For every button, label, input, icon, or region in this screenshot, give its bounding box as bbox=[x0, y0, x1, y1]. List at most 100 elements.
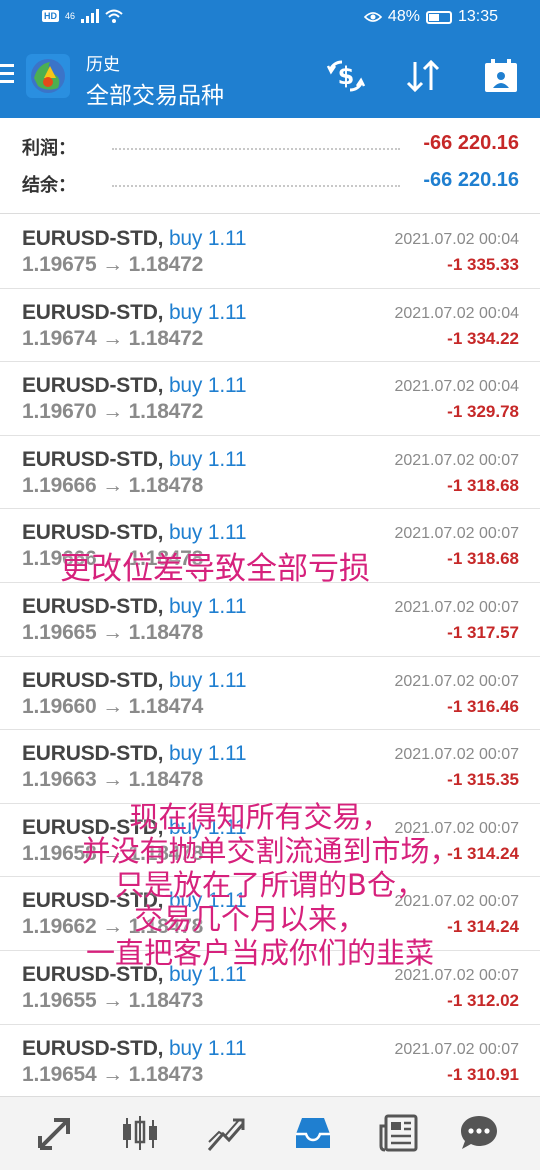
trade-prices: 1.19654 → 1.18473 bbox=[22, 1063, 203, 1087]
trade-symbol: EURUSD-STD, buy 1.11 bbox=[22, 1036, 247, 1061]
arrow-right-icon: → bbox=[102, 400, 123, 424]
open-price: 1.19663 bbox=[22, 768, 97, 792]
symbol-text: EURUSD-STD, bbox=[22, 594, 164, 618]
close-price: 1.18474 bbox=[128, 694, 204, 718]
open-price: 1.19660 bbox=[22, 694, 97, 718]
trade-row[interactable]: EURUSD-STD, buy 1.11 1.19675 → 1.18472 202… bbox=[0, 215, 540, 289]
battery-percent: 48% bbox=[387, 8, 420, 25]
trade-prices: 1.19655 → 1.18473 bbox=[22, 989, 203, 1013]
status-right: 48% 13:35 bbox=[363, 8, 498, 26]
wifi-icon bbox=[105, 9, 123, 23]
trade-date: 2021.07.02 00:07 bbox=[394, 1040, 519, 1058]
symbol-text: EURUSD-STD, bbox=[22, 300, 164, 324]
trade-date: 2021.07.02 00:04 bbox=[394, 378, 519, 396]
trade-row[interactable]: EURUSD-STD, buy 1.11 1.19674 → 1.18472 202… bbox=[0, 289, 540, 363]
trade-side: buy 1.11 bbox=[168, 668, 247, 692]
trade-prices: 1.19666 → 1.18478 bbox=[22, 474, 203, 498]
trade-side: buy 1.11 bbox=[168, 374, 247, 398]
trade-row[interactable]: EURUSD-STD, buy 1.11 1.19660 → 1.18474 202… bbox=[0, 657, 540, 731]
trade-prices: 1.19660 → 1.18474 bbox=[22, 695, 203, 719]
trade-row[interactable]: EURUSD-STD, buy 1.11 1.19654 → 1.18473 202… bbox=[0, 1025, 540, 1099]
close-price: 1.18473 bbox=[128, 988, 204, 1012]
profit-label: 利润： bbox=[22, 138, 76, 159]
trade-date: 2021.07.02 00:04 bbox=[394, 231, 519, 248]
overlay-annotation-2: 现在得知所有交易， 并没有抛单交割流通到市场， 只是放在了所谓的B仓， 交易几个月以来… bbox=[0, 800, 540, 970]
open-price: 1.19674 bbox=[22, 326, 97, 350]
chat-icon[interactable] bbox=[458, 1112, 500, 1154]
trade-profit: -1 318.68 bbox=[447, 475, 519, 495]
close-price: 1.18478 bbox=[128, 473, 204, 497]
chart-candles-icon[interactable] bbox=[119, 1112, 161, 1154]
trade-prices: 1.19663 → 1.18478 bbox=[22, 768, 203, 792]
trade-symbol: EURUSD-STD, buy 1.11 bbox=[22, 374, 247, 398]
trade-symbol: EURUSD-STD, buy 1.11 bbox=[22, 300, 247, 325]
arrow-right-icon: → bbox=[102, 1062, 123, 1086]
arrow-right-icon: → bbox=[102, 473, 123, 497]
overlay-line: 只是放在了所谓的B仓， bbox=[115, 868, 425, 902]
close-price: 1.18478 bbox=[128, 620, 204, 644]
menu-icon[interactable] bbox=[0, 64, 16, 86]
close-price: 1.18472 bbox=[128, 326, 204, 350]
sort-arrows-icon[interactable] bbox=[403, 56, 443, 96]
arrow-right-icon: → bbox=[102, 988, 123, 1012]
overlay-line: 并没有抛单交割流通到市场， bbox=[81, 834, 459, 868]
close-price: 1.18473 bbox=[128, 1062, 204, 1086]
trade-date: 2021.07.02 00:07 bbox=[394, 672, 519, 690]
news-icon[interactable] bbox=[378, 1112, 420, 1154]
trade-side: buy 1.11 bbox=[168, 447, 247, 471]
trade-side: buy 1.11 bbox=[168, 227, 247, 250]
overlay-annotation-1: 更改位差导致全部亏损 bbox=[60, 551, 370, 587]
quotes-arrows-icon[interactable] bbox=[34, 1112, 76, 1154]
trade-profit: -1 318.68 bbox=[447, 549, 519, 569]
trade-row[interactable]: EURUSD-STD, buy 1.11 1.19666 → 1.18478 202… bbox=[0, 436, 540, 510]
trade-date: 2021.07.02 00:04 bbox=[394, 304, 519, 322]
overlay-line: 一直把客户当成你们的韭菜 bbox=[85, 936, 434, 970]
trade-profit: -1 335.33 bbox=[447, 255, 519, 274]
history-inbox-icon[interactable] bbox=[292, 1112, 334, 1154]
close-price: 1.18472 bbox=[128, 253, 204, 276]
trade-row[interactable]: EURUSD-STD, buy 1.11 1.19665 → 1.18478 202… bbox=[0, 583, 540, 657]
battery-level bbox=[428, 13, 439, 21]
trade-symbol: EURUSD-STD, buy 1.11 bbox=[22, 668, 247, 693]
trade-profit: -1 317.57 bbox=[447, 622, 519, 642]
overlay-line: 交易几个月以来， bbox=[133, 902, 366, 936]
trade-profit: -1 312.02 bbox=[447, 990, 519, 1010]
trade-symbol: EURUSD-STD, buy 1.11 bbox=[22, 227, 247, 251]
trade-date: 2021.07.02 00:07 bbox=[394, 451, 519, 469]
trade-side: buy 1.11 bbox=[168, 594, 247, 618]
trade-prices: 1.19674 → 1.18472 bbox=[22, 327, 203, 351]
balance-row: 结余： -66 220.16 bbox=[0, 165, 540, 201]
screen-title[interactable]: 全部交易品种 bbox=[86, 76, 224, 110]
trade-side: buy 1.11 bbox=[168, 1036, 247, 1060]
overlay-line: 现在得知所有交易， bbox=[129, 800, 391, 834]
symbol-text: EURUSD-STD, bbox=[22, 227, 164, 250]
arrow-right-icon: → bbox=[102, 768, 123, 792]
symbol-text: EURUSD-STD, bbox=[22, 668, 164, 692]
arrow-right-icon: → bbox=[102, 253, 123, 276]
exchange-dollar-icon[interactable]: $ bbox=[326, 56, 366, 96]
trade-prices: 1.19670 → 1.18472 bbox=[22, 400, 203, 424]
calendar-icon[interactable] bbox=[481, 56, 521, 96]
profit-value: -66 220.16 bbox=[423, 132, 519, 154]
trade-row[interactable]: EURUSD-STD, buy 1.11 1.19670 → 1.18472 202… bbox=[0, 362, 540, 436]
account-summary: 利润： -66 220.16 结余： -66 220.16 bbox=[0, 118, 540, 214]
trade-profit: -1 316.46 bbox=[447, 696, 519, 716]
open-price: 1.19666 bbox=[22, 473, 97, 497]
clock: 13:35 bbox=[457, 8, 498, 25]
balance-label: 结余： bbox=[22, 175, 76, 196]
symbol-text: EURUSD-STD, bbox=[22, 742, 164, 766]
symbol-text: EURUSD-STD, bbox=[22, 374, 164, 398]
trade-row[interactable]: EURUSD-STD, buy 1.11 1.19663 → 1.18478 202… bbox=[0, 730, 540, 804]
status-left: HD 46 bbox=[42, 9, 123, 23]
trade-profit: -1 310.91 bbox=[447, 1064, 519, 1084]
trade-symbol: EURUSD-STD, buy 1.11 bbox=[22, 447, 247, 472]
trade-profit: -1 334.22 bbox=[447, 328, 519, 348]
arrow-right-icon: → bbox=[102, 694, 123, 718]
trade-line-icon[interactable] bbox=[205, 1112, 247, 1154]
trade-symbol: EURUSD-STD, buy 1.11 bbox=[22, 594, 247, 619]
trade-profit: -1 329.78 bbox=[447, 402, 519, 422]
close-price: 1.18472 bbox=[128, 400, 204, 424]
symbol-text: EURUSD-STD, bbox=[22, 521, 164, 545]
open-price: 1.19654 bbox=[22, 1062, 97, 1086]
trade-symbol: EURUSD-STD, buy 1.11 bbox=[22, 742, 247, 766]
